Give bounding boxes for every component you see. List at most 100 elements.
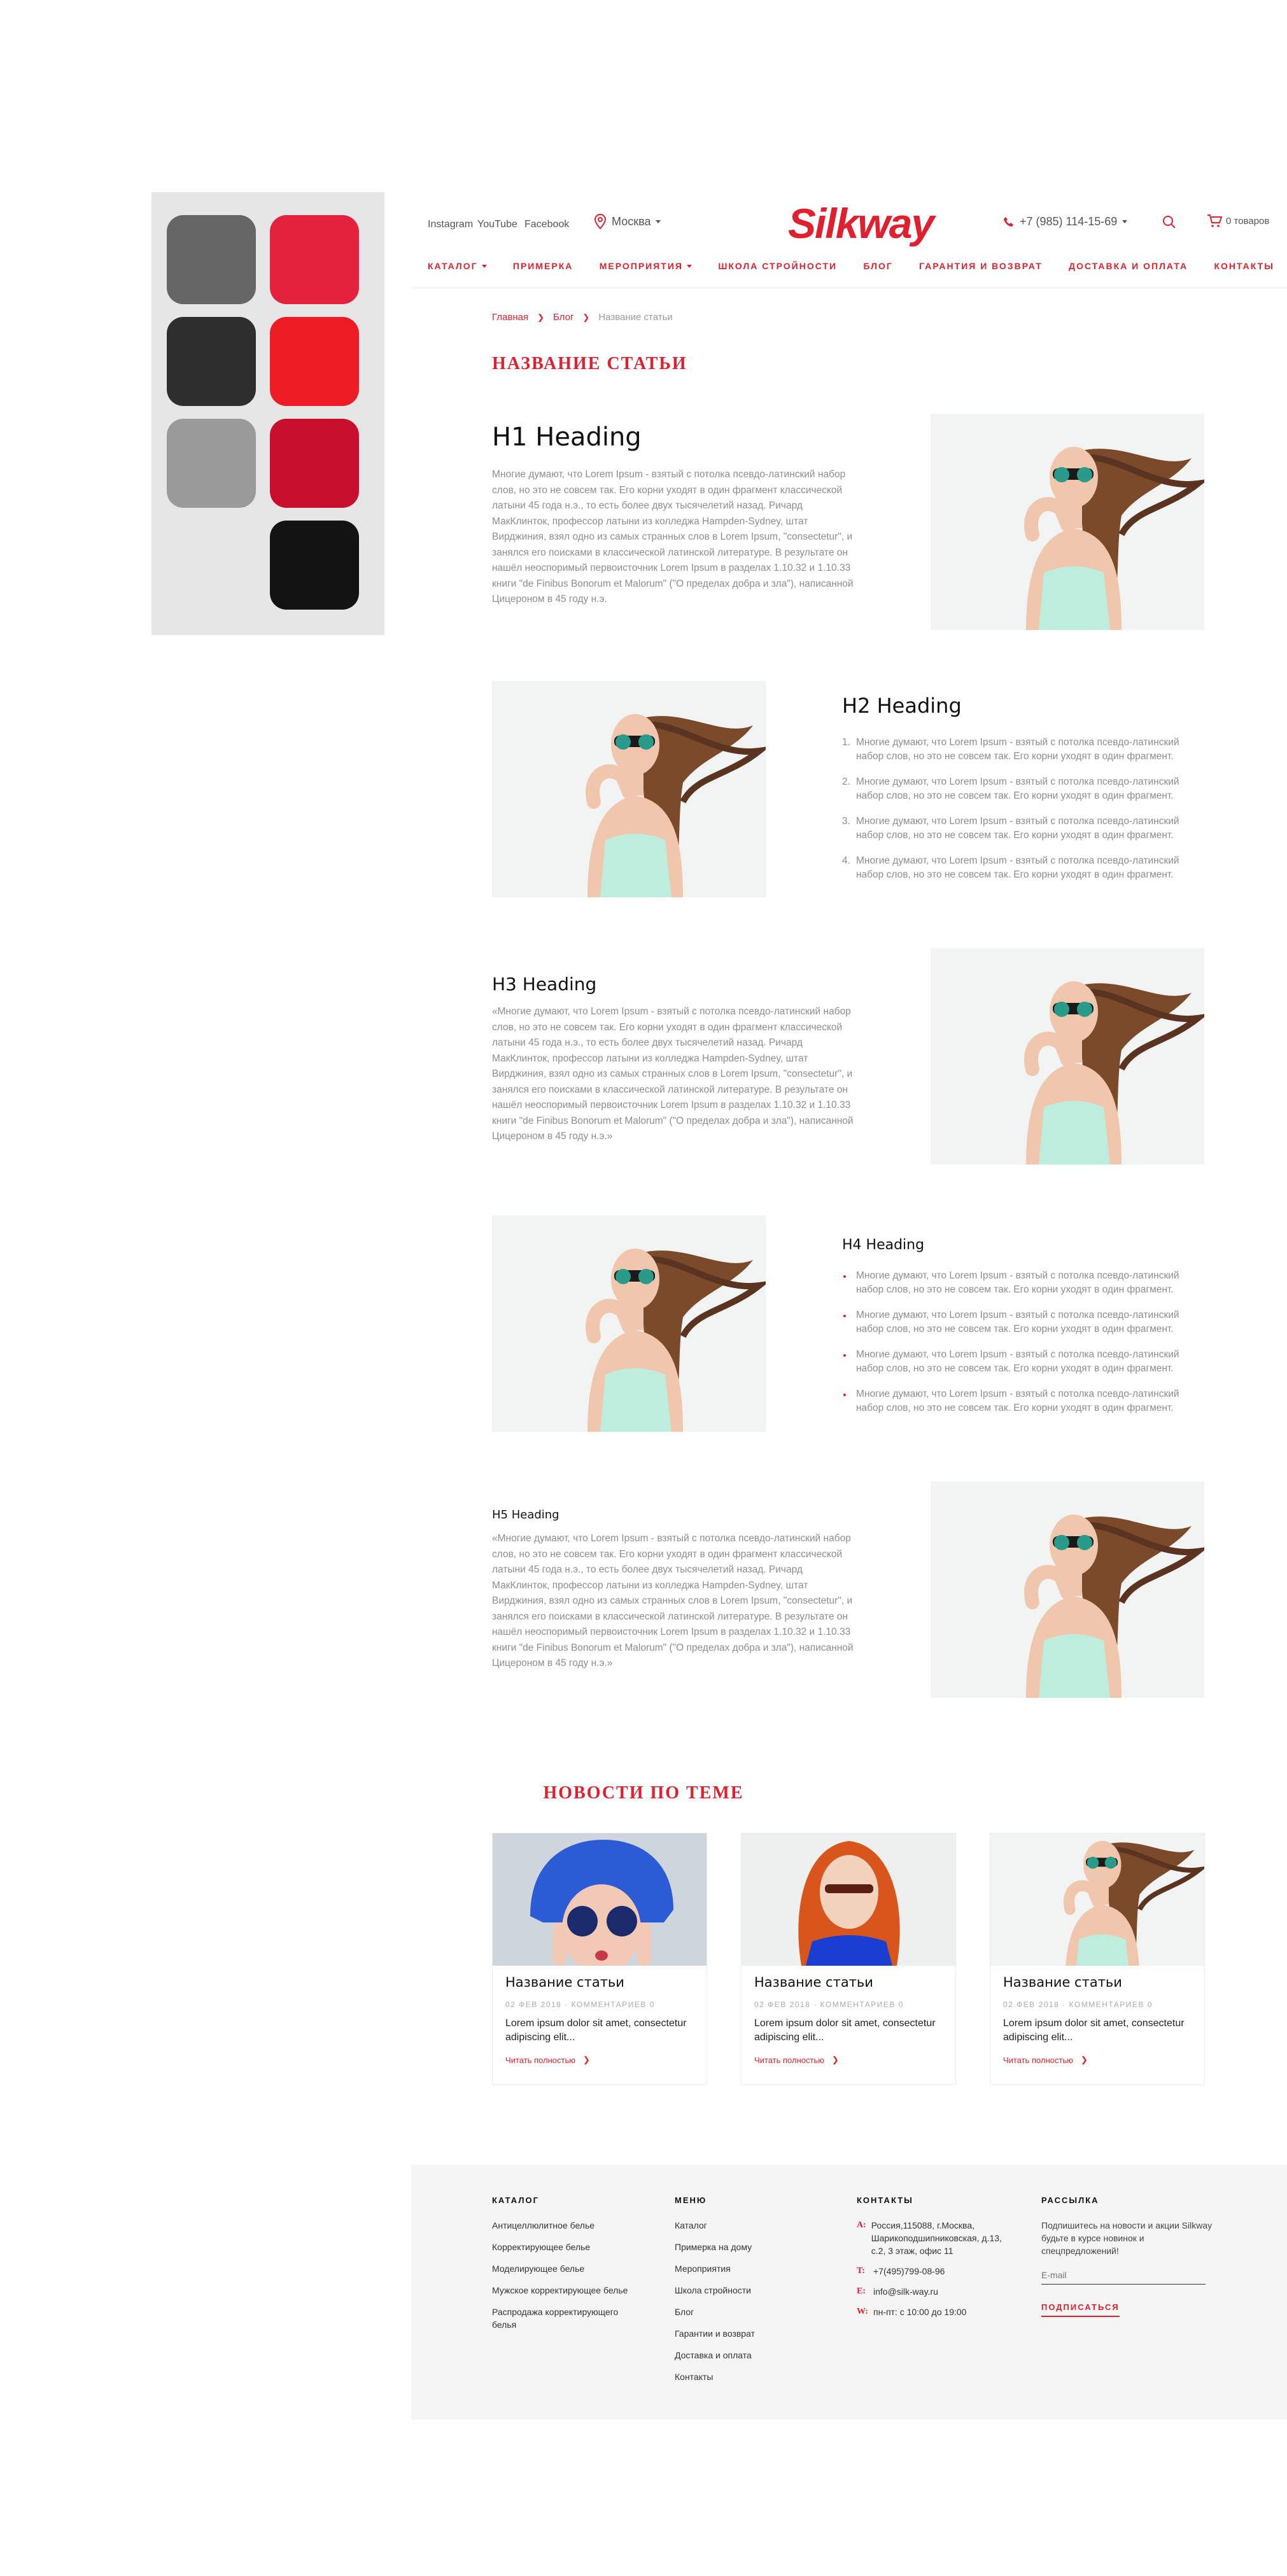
chevron-right-icon: ❯ [582, 312, 590, 322]
article-photo-5 [931, 1481, 1204, 1698]
chevron-right-icon: ❯ [1080, 2055, 1088, 2064]
nav-item-guarantee[interactable]: ГАРАНТИЯ И ВОЗВРАТ [919, 261, 1043, 271]
facebook-link[interactable]: Facebook [524, 219, 569, 230]
footer-catalog-title: КАТАЛОГ [492, 2195, 539, 2205]
city-selector[interactable]: Москва [594, 214, 661, 229]
list-item: 4. Многие думают, что Lorem Ipsum - взяты… [842, 855, 1179, 880]
news-section-title: НОВОСТИ ПО ТЕМЕ [543, 1783, 744, 1803]
youtube-link[interactable]: YouTube [477, 219, 517, 230]
nav-item-catalog[interactable]: КАТАЛОГ [428, 261, 487, 271]
phone-selector[interactable]: +7 (985) 114-15-69 [1003, 215, 1128, 228]
cart-icon [1207, 214, 1222, 227]
footer-contacts: КОНТАКТЫ A: Россия,115088, г.Москва, Шари… [857, 2195, 1016, 2326]
news-card-text: Lorem ipsum dolor sit amet, consectetur … [754, 2018, 936, 2043]
footer-link[interactable]: Моделирующее белье [492, 2262, 645, 2275]
swatch-3 [167, 317, 256, 406]
nav-label: БЛОГ [863, 261, 893, 271]
h1-paragraph: Многие думают, что Lorem Ipsum - взятый … [492, 469, 854, 605]
h5-heading: H5 Heading [492, 1508, 559, 1522]
news-card-meta: 02 ФЕВ 2018 · КОММЕНТАРИЕВ 0 [505, 2000, 655, 2009]
news-card[interactable]: Название статьи 02 ФЕВ 2018 · КОММЕНТАРИ… [741, 1833, 956, 2085]
contact-value: +7(495)799-08-96 [873, 2266, 945, 2276]
cart-button[interactable]: 0 товаров [1207, 214, 1269, 228]
nav-label: КАТАЛОГ [428, 261, 478, 271]
read-more-label: Читать полностью [1003, 2055, 1073, 2065]
news-card-title[interactable]: Название статьи [754, 1975, 873, 1990]
chevron-down-icon [686, 264, 692, 268]
list-item-text: Многие думают, что Lorem Ipsum - взятый … [856, 855, 1179, 880]
footer-link[interactable]: Доставка и оплата [675, 2349, 827, 2362]
h1-heading: H1 Heading [492, 423, 642, 452]
read-more-link[interactable]: Читать полностью ❯ [505, 2055, 590, 2065]
footer-link[interactable]: Распродажа корректирующего белья [492, 2306, 645, 2331]
bullet-icon [843, 1394, 846, 1396]
footer-link[interactable]: Примерка на дому [675, 2241, 827, 2253]
breadcrumb-current: Название статьи [598, 312, 673, 323]
nav-item-school[interactable]: ШКОЛА СТРОЙНОСТИ [718, 261, 837, 271]
article-photo-2 [492, 681, 766, 897]
footer-link[interactable]: Антицеллюлитное белье [492, 2219, 645, 2232]
list-item-text: Многие думают, что Lorem Ipsum - взятый … [856, 737, 1179, 762]
footer-link[interactable]: Школа стройности [675, 2284, 827, 2297]
footer-newsletter: РАССЫЛКА Подпишитесь на новости и акции … [1041, 2195, 1213, 2317]
nav-label: МЕРОПРИЯТИЯ [599, 261, 683, 271]
article-photo-3 [931, 948, 1204, 1165]
contact-value: Россия,115088, г.Москва, Шарикоподшипник… [871, 2220, 1002, 2256]
list-item-text: Многие думают, что Lorem Ipsum - взятый … [856, 1349, 1179, 1374]
nav-label: КОНТАКТЫ [1214, 261, 1274, 271]
news-card[interactable]: Название статьи 02 ФЕВ 2018 · КОММЕНТАРИ… [990, 1833, 1205, 2085]
list-item: 3. Многие думают, что Lorem Ipsum - взяты… [842, 816, 1179, 841]
subscribe-button[interactable]: ПОДПИСАТЬСЯ [1041, 2302, 1120, 2317]
bullet-icon [843, 1315, 846, 1317]
list-item: 2. Многие думают, что Lorem Ipsum - взяты… [842, 776, 1179, 801]
breadcrumb-blog[interactable]: Блог [553, 312, 573, 323]
nav-item-events[interactable]: МЕРОПРИЯТИЯ [600, 261, 692, 271]
footer-link[interactable]: Мероприятия [675, 2262, 827, 2275]
article-photo-4 [492, 1215, 766, 1432]
email-field[interactable] [1041, 2266, 1206, 2285]
city-label: Москва [612, 214, 651, 228]
nav-item-blog[interactable]: БЛОГ [863, 261, 892, 271]
footer-link[interactable]: Каталог [675, 2219, 827, 2232]
read-more-link[interactable]: Читать полностью ❯ [1003, 2055, 1088, 2065]
breadcrumb-home[interactable]: Главная [492, 312, 528, 323]
list-item: Многие думают, что Lorem Ipsum - взятый … [842, 1269, 1199, 1297]
nav-item-fitting[interactable]: ПРИМЕРКА [513, 261, 573, 271]
footer-newsletter-title: РАССЫЛКА [1041, 2195, 1099, 2205]
contact-label: E: [857, 2286, 866, 2296]
swatch-6 [270, 419, 359, 508]
list-item: 1. Многие думают, что Lorem Ipsum - взяты… [842, 737, 1179, 762]
read-more-link[interactable]: Читать полностью ❯ [754, 2055, 839, 2065]
contact-address: A: Россия,115088, г.Москва, Шарикоподшипн… [857, 2219, 1016, 2257]
news-card-title[interactable]: Название статьи [505, 1975, 624, 1990]
news-card-image [742, 1833, 955, 1966]
phone-icon [1004, 216, 1013, 227]
nav-item-delivery[interactable]: ДОСТАВКА И ОПЛАТА [1069, 261, 1188, 271]
contact-phone[interactable]: T: +7(495)799-08-96 [857, 2265, 1016, 2278]
footer-link[interactable]: Мужское корректирующее белье [492, 2284, 645, 2297]
color-palette-panel [151, 192, 384, 635]
news-card[interactable]: Название статьи 02 ФЕВ 2018 · КОММЕНТАРИ… [492, 1833, 707, 2085]
footer-link[interactable]: Гарантии и возврат [675, 2327, 827, 2340]
list-item-text: Многие думают, что Lorem Ipsum - взятый … [856, 1270, 1179, 1295]
search-icon[interactable] [1162, 215, 1176, 229]
footer-link[interactable]: Контакты [675, 2370, 827, 2383]
footer-link[interactable]: Блог [675, 2306, 827, 2318]
chevron-right-icon: ❯ [831, 2055, 839, 2064]
logo[interactable]: Silkway [788, 202, 934, 244]
newsletter-text: Подпишитесь на новости и акции Silkway б… [1041, 2220, 1213, 2256]
instagram-link[interactable]: Instagram [428, 219, 473, 230]
news-card-title[interactable]: Название статьи [1003, 1975, 1122, 1990]
footer-contacts-title: КОНТАКТЫ [857, 2195, 913, 2205]
news-card-text: Lorem ipsum dolor sit amet, consectetur … [1003, 2018, 1185, 2043]
nav-item-contacts[interactable]: КОНТАКТЫ [1214, 261, 1274, 271]
contact-email[interactable]: E: info@silk-way.ru [857, 2285, 1016, 2298]
footer-menu: МЕНЮ Каталог Примерка на дому Мероприяти… [675, 2195, 827, 2392]
footer-menu-title: МЕНЮ [675, 2195, 707, 2205]
nav-label: ГАРАНТИЯ И ВОЗВРАТ [919, 261, 1043, 271]
news-card-meta: 02 ФЕВ 2018 · КОММЕНТАРИЕВ 0 [754, 2000, 904, 2009]
contact-label: T: [857, 2266, 865, 2276]
cart-count: 0 товаров [1226, 215, 1270, 227]
chevron-down-icon [481, 264, 487, 268]
footer-link[interactable]: Корректирующее белье [492, 2241, 645, 2253]
